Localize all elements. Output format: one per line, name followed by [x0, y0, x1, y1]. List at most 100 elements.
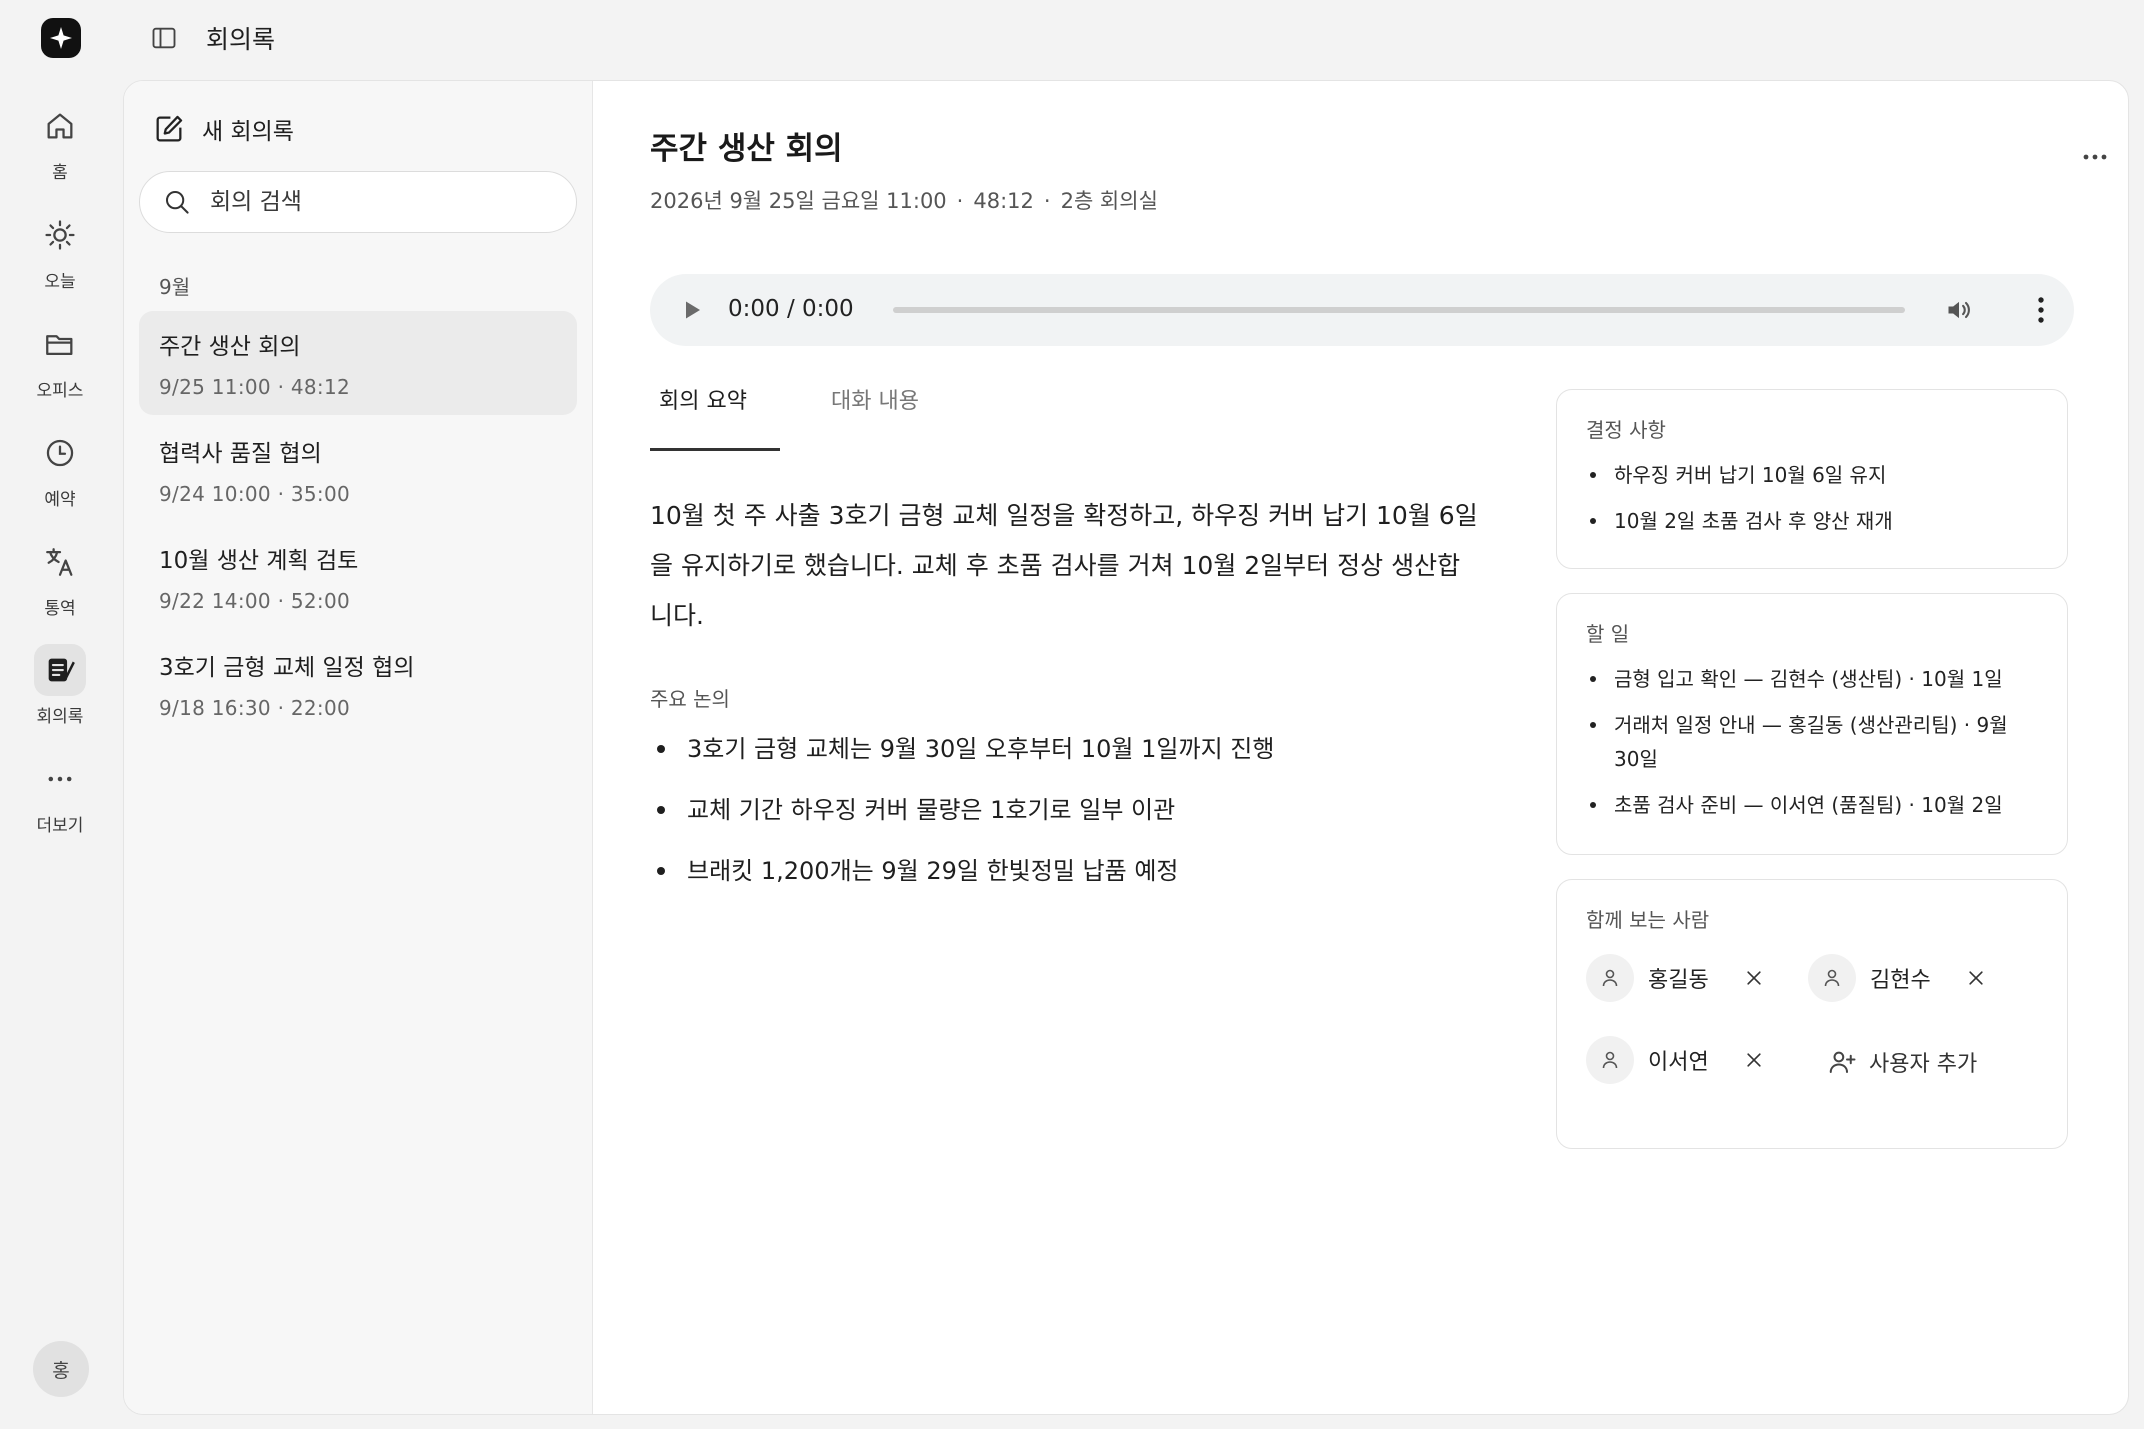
viewer-name: 김현수	[1870, 968, 1931, 993]
main-card: 새 회의록 9월 주간 생산 회의 9/25 11:00 · 48:12 협력사…	[123, 80, 2129, 1415]
seek-bar[interactable]	[893, 307, 1905, 313]
decision-item: 10월 2일 초품 검사 후 양산 재개	[1586, 504, 2036, 538]
add-user-label: 사용자 추가	[1869, 1052, 1978, 1077]
close-icon	[1747, 1053, 1761, 1067]
translate-icon	[34, 536, 86, 588]
nav-label: 홈	[52, 163, 68, 183]
key-points-list: 3호기 금형 교체는 9월 30일 오후부터 10월 1일까지 진행 교체 기간…	[650, 731, 1274, 914]
meeting-list-panel: 새 회의록 9월 주간 생산 회의 9/25 11:00 · 48:12 협력사…	[124, 81, 593, 1414]
close-icon	[1747, 971, 1761, 985]
key-points-heading: 주요 논의	[650, 687, 730, 711]
search-input[interactable]	[208, 188, 532, 216]
app-logo[interactable]	[41, 18, 81, 58]
month-group-label: 9월	[159, 275, 191, 299]
add-user-icon	[1829, 1051, 1856, 1073]
todos-card: 할 일 금형 입고 확인 — 김현수 (생산팀) · 10월 1일 거래처 일정…	[1556, 593, 2068, 855]
meeting-item-title: 주간 생산 회의	[159, 334, 301, 360]
summary-text: 10월 첫 주 사출 3호기 금형 교체 일정을 확정하고, 하우징 커버 납기…	[650, 501, 1478, 630]
new-minutes-label: 새 회의록	[202, 119, 294, 145]
sidebar-toggle-button[interactable]	[148, 22, 180, 54]
clock-icon	[34, 427, 86, 479]
nav-rail: 홈 오늘 오피스 예약 통역 회의록 더보기 홍	[0, 0, 120, 1429]
key-point-item: 브래킷 1,200개는 9월 29일 한빛정밀 납품 예정	[650, 853, 1274, 914]
add-user-button[interactable]: 사용자 추가	[1827, 1042, 1977, 1082]
player-menu-button[interactable]	[2034, 294, 2048, 326]
nav-label: 더보기	[36, 816, 84, 836]
remove-viewer-button[interactable]	[1740, 964, 1768, 992]
nav-item-home[interactable]: 홈	[20, 100, 100, 196]
meeting-item-meta: 9/22 14:00 · 52:00	[159, 589, 351, 613]
user-icon	[1808, 954, 1856, 1002]
meeting-list-item[interactable]: 주간 생산 회의 9/25 11:00 · 48:12	[139, 311, 577, 415]
viewer-chip: 홍길동	[1586, 950, 1768, 1006]
play-icon	[686, 301, 700, 319]
nav-item-reservation[interactable]: 예약	[20, 427, 100, 523]
meeting-item-meta: 9/18 16:30 · 22:00	[159, 696, 351, 720]
meeting-list-item[interactable]: 협력사 품질 협의 9/24 10:00 · 35:00	[139, 418, 577, 522]
user-icon	[1586, 954, 1634, 1002]
nav-label: 오늘	[44, 272, 76, 292]
meeting-duration: 48:12	[973, 189, 1034, 213]
meeting-date: 2026년 9월 25일 금요일 11:00	[650, 189, 947, 213]
todo-item: 거래처 일정 안내 — 홍길동 (생산관리팀) · 9월 30일	[1586, 708, 2036, 776]
meta-separator: ·	[1043, 189, 1051, 213]
todos-list: 금형 입고 확인 — 김현수 (생산팀) · 10월 1일 거래처 일정 안내 …	[1586, 662, 2036, 834]
more-horizontal-icon	[2083, 154, 2107, 160]
tab-transcript[interactable]: 대화 내용	[831, 383, 919, 415]
tab-summary[interactable]: 회의 요약	[659, 383, 747, 415]
page-title: 회의록	[206, 25, 276, 54]
decision-item: 하우징 커버 납기 10월 6일 유지	[1586, 458, 2036, 492]
remove-viewer-button[interactable]	[1740, 1046, 1768, 1074]
viewer-name: 이서연	[1648, 1050, 1709, 1075]
viewer-name: 홍길동	[1648, 968, 1709, 993]
more-horizontal-icon	[34, 753, 86, 805]
meeting-detail-panel: 주간 생산 회의 2026년 9월 25일 금요일 11:00 · 48:12 · 2층…	[593, 81, 2128, 1414]
playback-time: 0:00 / 0:00	[728, 296, 854, 322]
volume-button[interactable]	[1944, 296, 1974, 324]
decisions-list: 하우징 커버 납기 10월 6일 유지 10월 2일 초품 검사 후 양산 재개	[1586, 458, 2036, 550]
todo-item: 금형 입고 확인 — 김현수 (생산팀) · 10월 1일	[1586, 662, 2036, 696]
meeting-location: 2층 회의실	[1060, 189, 1158, 213]
kebab-menu-icon	[2038, 297, 2044, 323]
user-avatar[interactable]: 홍	[33, 1341, 89, 1397]
meeting-item-meta: 9/25 11:00 · 48:12	[159, 375, 351, 399]
meeting-item-title: 3호기 금형 교체 일정 협의	[159, 655, 415, 681]
meeting-list-item[interactable]: 10월 생산 계획 검토 9/22 14:00 · 52:00	[139, 525, 577, 629]
audio-player: 0:00 / 0:00	[650, 274, 2074, 346]
search-box[interactable]	[139, 171, 577, 233]
nav-label: 오피스	[36, 381, 84, 401]
more-options-button[interactable]	[2075, 145, 2115, 169]
sidebar-panel-icon	[152, 27, 176, 49]
nav-item-today[interactable]: 오늘	[20, 209, 100, 305]
key-point-item: 3호기 금형 교체는 9월 30일 오후부터 10월 1일까지 진행	[650, 731, 1274, 792]
meeting-list-item[interactable]: 3호기 금형 교체 일정 협의 9/18 16:30 · 22:00	[139, 632, 577, 736]
close-icon	[1969, 971, 1983, 985]
play-button[interactable]	[680, 298, 704, 322]
meeting-meta: 2026년 9월 25일 금요일 11:00 · 48:12 · 2층 회의실	[650, 185, 1158, 215]
nav-item-more[interactable]: 더보기	[20, 753, 100, 849]
compose-icon	[156, 115, 183, 142]
viewer-chip: 김현수	[1808, 950, 1990, 1006]
nav-item-minutes[interactable]: 회의록	[20, 644, 100, 740]
meeting-item-title: 협력사 품질 협의	[159, 441, 322, 467]
nav-item-office[interactable]: 오피스	[20, 318, 100, 414]
todo-item: 초품 검사 준비 — 이서연 (품질팀) · 10월 2일	[1586, 788, 2036, 822]
folder-icon	[34, 318, 86, 370]
viewer-chip: 이서연	[1586, 1032, 1768, 1088]
decisions-heading: 결정 사항	[1586, 418, 1666, 442]
todos-heading: 할 일	[1586, 622, 1630, 646]
sun-icon	[34, 209, 86, 261]
new-minutes-button[interactable]: 새 회의록	[152, 109, 294, 149]
nav-label: 예약	[44, 490, 76, 510]
viewers-heading: 함께 보는 사람	[1586, 908, 1710, 932]
nav-item-translate[interactable]: 통역	[20, 536, 100, 632]
home-icon	[34, 100, 86, 152]
viewers-card: 함께 보는 사람 홍길동 김현수 이서연 사용자 추가	[1556, 879, 2068, 1149]
notes-icon	[34, 644, 86, 696]
sparkle-logo-icon	[50, 27, 72, 49]
meta-separator: ·	[956, 189, 964, 213]
remove-viewer-button[interactable]	[1962, 964, 1990, 992]
search-icon	[166, 191, 189, 214]
volume-icon	[1948, 301, 1970, 319]
nav-label: 통역	[44, 599, 76, 619]
